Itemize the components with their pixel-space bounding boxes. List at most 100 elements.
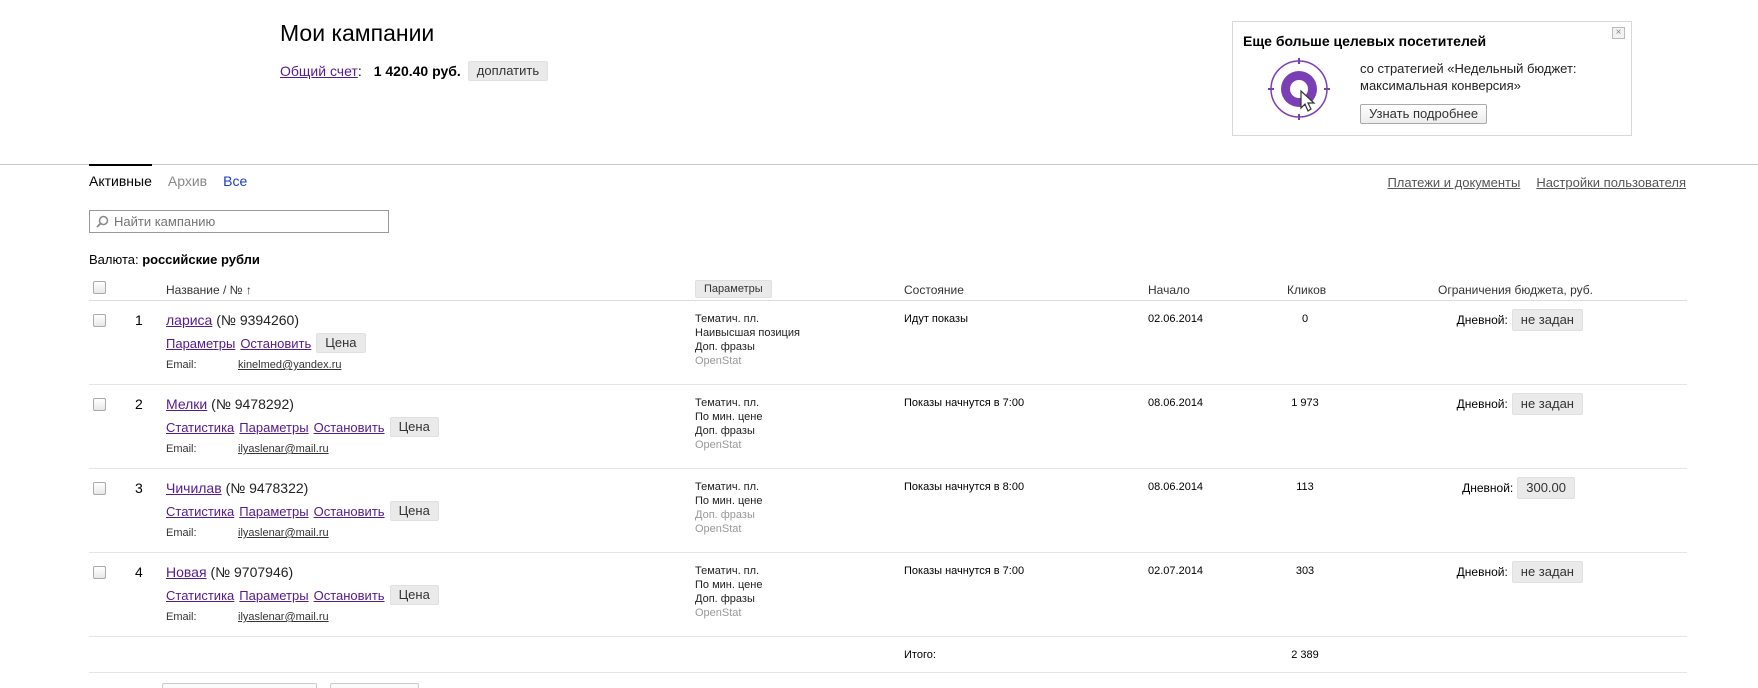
total-label: Итого: bbox=[904, 649, 936, 661]
email-label: Email: bbox=[166, 527, 197, 539]
campaign-title: Новая (№ 9707946) bbox=[166, 564, 293, 580]
stats-link[interactable]: Статистика bbox=[166, 588, 234, 603]
campaign-name-link[interactable]: Новая bbox=[166, 564, 207, 580]
campaign-title: лариса (№ 9394260) bbox=[166, 312, 299, 328]
user-settings-link[interactable]: Настройки пользователя bbox=[1536, 175, 1686, 190]
campaign-name-link[interactable]: Чичилав bbox=[166, 480, 222, 496]
budget-button[interactable]: 300.00 bbox=[1517, 477, 1575, 499]
email-link[interactable]: ilyaslenar@mail.ru bbox=[238, 611, 329, 623]
account-amount: 1 420.40 руб. bbox=[373, 63, 461, 79]
row-number: 1 bbox=[135, 312, 143, 328]
campaign-params: Тематич. пл. По мин. цене Доп. фразы Ope… bbox=[695, 480, 762, 536]
campaign-id: (№ 9707946) bbox=[210, 564, 294, 580]
campaign-title: Мелки (№ 9478292) bbox=[166, 396, 294, 412]
payments-link[interactable]: Платежи и документы bbox=[1387, 175, 1520, 190]
learn-more-button[interactable]: Узнать подробнее bbox=[1360, 104, 1488, 124]
campaign-state: Идут показы bbox=[904, 313, 968, 325]
tab-active[interactable]: Активные bbox=[89, 164, 152, 194]
row-number: 2 bbox=[135, 396, 143, 412]
email-label: Email: bbox=[166, 443, 197, 455]
campaign-clicks: 1 973 bbox=[1291, 397, 1319, 409]
header-budget: Ограничения бюджета, руб. bbox=[1438, 283, 1593, 297]
stats-link[interactable]: Статистика bbox=[166, 504, 234, 519]
promo-title: Еще больше целевых посетителей bbox=[1243, 33, 1487, 49]
account-link[interactable]: Общий счет bbox=[280, 63, 358, 79]
currency-info: Валюта: российские рубли bbox=[89, 252, 260, 267]
campaign-state: Показы начнутся в 7:00 bbox=[904, 397, 1025, 409]
campaign-clicks: 0 bbox=[1301, 313, 1309, 325]
currency-label: Валюта: bbox=[89, 252, 139, 267]
params-link[interactable]: Параметры bbox=[239, 588, 308, 603]
search-input[interactable] bbox=[114, 214, 374, 229]
budget-button[interactable]: не задан bbox=[1511, 393, 1583, 415]
bottom-action-button[interactable] bbox=[162, 683, 317, 688]
param-line: Наивысшая позиция bbox=[695, 327, 800, 339]
campaign-id: (№ 9478292) bbox=[211, 396, 294, 412]
campaign-email: Email: kinelmed@yandex.ru bbox=[166, 359, 342, 371]
price-button[interactable]: Цена bbox=[316, 333, 366, 353]
row-checkbox[interactable] bbox=[93, 482, 106, 495]
campaign-title: Чичилав (№ 9478322) bbox=[166, 480, 308, 496]
search-box bbox=[89, 210, 389, 233]
budget-button[interactable]: не задан bbox=[1511, 561, 1583, 583]
header-params-button[interactable]: Параметры bbox=[695, 280, 772, 298]
email-link[interactable]: ilyaslenar@mail.ru bbox=[238, 527, 329, 539]
close-icon[interactable]: × bbox=[1612, 27, 1625, 39]
params-link[interactable]: Параметры bbox=[166, 336, 235, 351]
campaign-params: Тематич. пл. По мин. цене Доп. фразы Ope… bbox=[695, 564, 762, 620]
stats-link[interactable]: Статистика bbox=[166, 420, 234, 435]
price-button[interactable]: Цена bbox=[389, 417, 439, 437]
campaign-id: (№ 9394260) bbox=[216, 312, 299, 328]
row-checkbox[interactable] bbox=[93, 566, 106, 579]
campaign-tabs: Активные Архив Все bbox=[89, 164, 263, 194]
email-link[interactable]: kinelmed@yandex.ru bbox=[238, 359, 342, 371]
header-links: Платежи и документы Настройки пользовате… bbox=[1387, 175, 1686, 190]
price-button[interactable]: Цена bbox=[389, 585, 439, 605]
promo-banner: Еще больше целевых посетителей × со стра… bbox=[1232, 21, 1632, 136]
params-link[interactable]: Параметры bbox=[239, 504, 308, 519]
param-line: По мин. цене bbox=[695, 579, 763, 591]
param-line: По мин. цене bbox=[695, 495, 763, 507]
campaign-clicks: 113 bbox=[1296, 481, 1314, 493]
tab-all[interactable]: Все bbox=[223, 164, 247, 194]
email-label: Email: bbox=[166, 611, 197, 623]
table-row: 1 лариса (№ 9394260) Параметры Остановит… bbox=[89, 301, 1687, 385]
campaign-state: Показы начнутся в 8:00 bbox=[904, 481, 1025, 493]
campaign-start: 08.06.2014 bbox=[1148, 481, 1204, 493]
campaign-budget: Дневной: 300.00 bbox=[1462, 477, 1575, 499]
campaign-budget: Дневной: не задан bbox=[1457, 561, 1583, 583]
budget-label: Дневной: bbox=[1456, 313, 1508, 327]
tab-archive[interactable]: Архив bbox=[168, 164, 207, 194]
page-title: Мои кампании bbox=[280, 20, 435, 46]
campaign-start: 02.07.2014 bbox=[1148, 565, 1204, 577]
header-start: Начало bbox=[1148, 283, 1190, 297]
param-line: Тематич. пл. bbox=[695, 481, 760, 493]
select-all-checkbox[interactable] bbox=[93, 281, 106, 294]
stop-link[interactable]: Остановить bbox=[314, 420, 385, 435]
stop-link[interactable]: Остановить bbox=[314, 504, 385, 519]
param-line: OpenStat bbox=[695, 355, 742, 367]
campaign-name-link[interactable]: Мелки bbox=[166, 396, 207, 412]
topup-button[interactable]: доплатить bbox=[467, 61, 549, 81]
param-line: Тематич. пл. bbox=[695, 313, 760, 325]
header-state: Состояние bbox=[904, 283, 964, 297]
budget-button[interactable]: не задан bbox=[1511, 309, 1583, 331]
table-row: 4 Новая (№ 9707946) Статистика Параметры… bbox=[89, 553, 1687, 637]
table-row: 2 Мелки (№ 9478292) Статистика Параметры… bbox=[89, 385, 1687, 469]
email-link[interactable]: ilyaslenar@mail.ru bbox=[238, 443, 329, 455]
stop-link[interactable]: Остановить bbox=[314, 588, 385, 603]
bottom-action-button[interactable] bbox=[330, 683, 419, 688]
stop-link[interactable]: Остановить bbox=[240, 336, 311, 351]
campaign-name-link[interactable]: лариса bbox=[166, 312, 212, 328]
price-button[interactable]: Цена bbox=[389, 501, 439, 521]
campaign-state: Показы начнутся в 7:00 bbox=[904, 565, 1025, 577]
row-checkbox[interactable] bbox=[93, 314, 106, 327]
campaign-budget: Дневной: не задан bbox=[1457, 393, 1583, 415]
param-line: По мин. цене bbox=[695, 411, 763, 423]
header-name[interactable]: Название / № ↑ bbox=[166, 283, 252, 297]
param-line: Доп. фразы bbox=[695, 341, 755, 353]
email-label: Email: bbox=[166, 359, 197, 371]
row-checkbox[interactable] bbox=[93, 398, 106, 411]
campaign-params: Тематич. пл. По мин. цене Доп. фразы Ope… bbox=[695, 396, 762, 452]
params-link[interactable]: Параметры bbox=[239, 420, 308, 435]
